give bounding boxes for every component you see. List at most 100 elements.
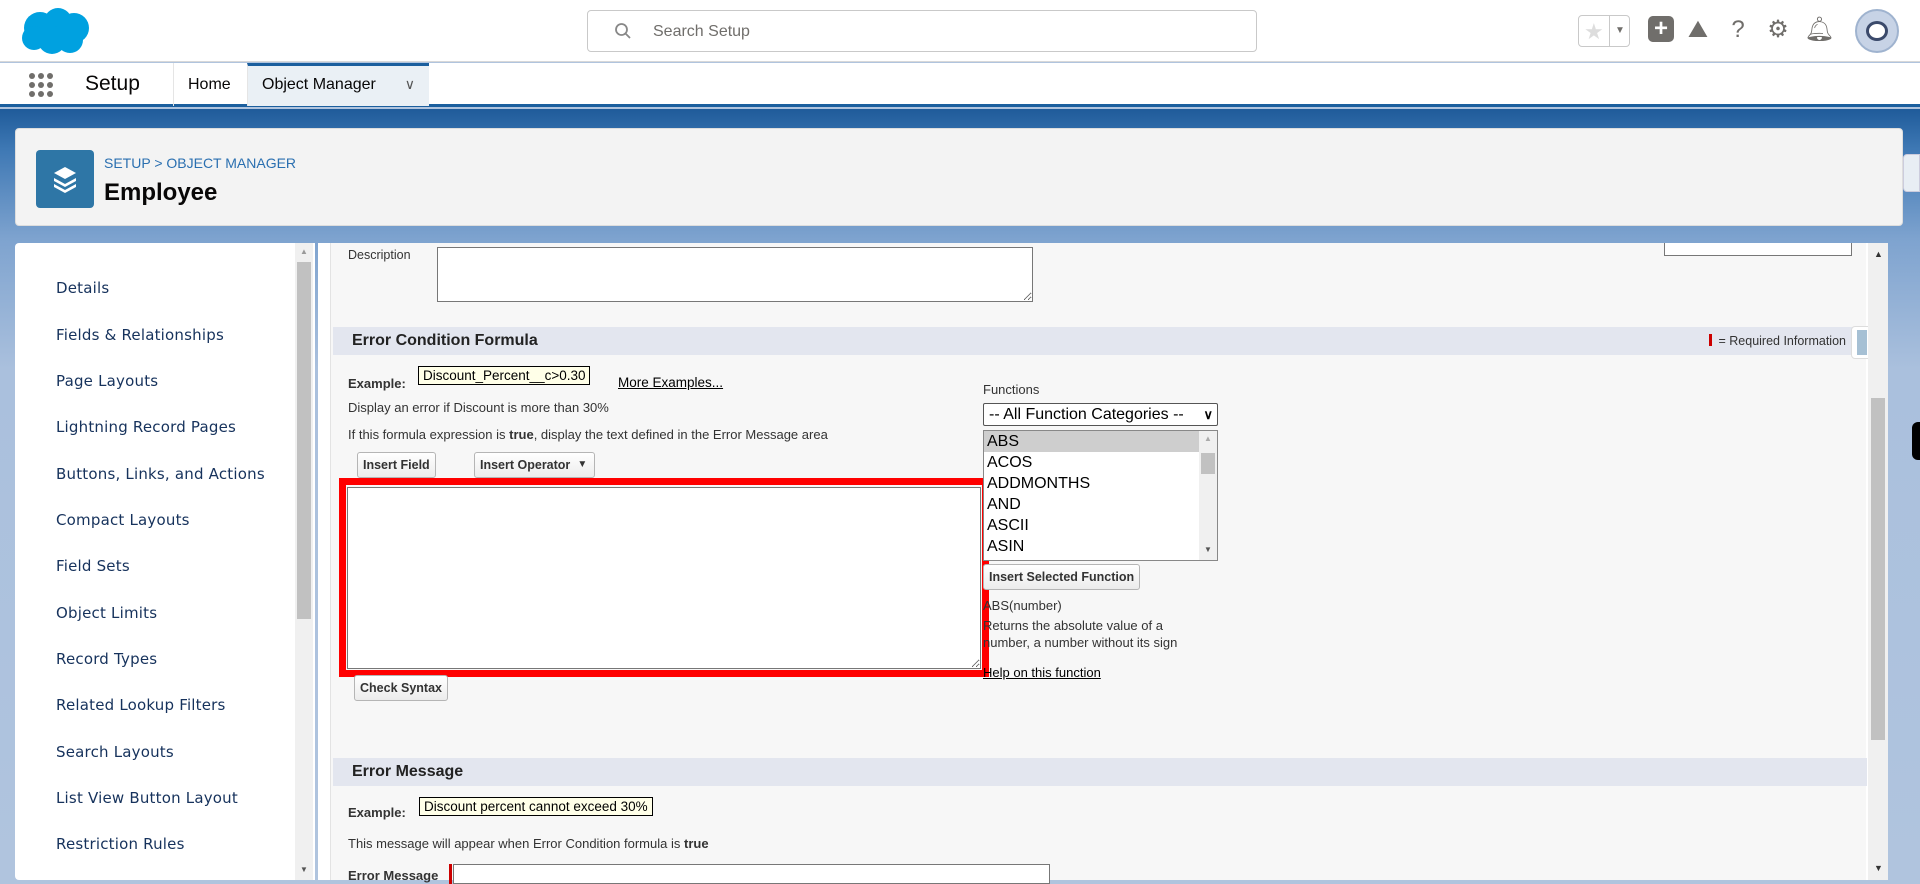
example-label: Example:: [348, 805, 406, 820]
avatar[interactable]: [1855, 9, 1899, 53]
help-on-function-link[interactable]: Help on this function: [983, 665, 1101, 680]
function-listbox[interactable]: ABS ACOS ADDMONTHS AND ASCII ASIN ▲ ▼: [983, 430, 1218, 561]
check-syntax-button[interactable]: Check Syntax: [354, 675, 448, 701]
hint-text: This message will appear when Error Cond…: [348, 836, 684, 851]
functions-label: Functions: [983, 382, 1040, 397]
sidebar-item-search-layouts[interactable]: Search Layouts: [56, 743, 174, 761]
required-marker: [449, 864, 452, 884]
function-option[interactable]: ACOS: [984, 452, 1217, 473]
app-launcher-icon[interactable]: [28, 72, 54, 98]
floating-widget-tab[interactable]: [1912, 422, 1920, 460]
function-category-select[interactable]: -- All Function Categories -- ∨: [983, 403, 1218, 426]
page-title: Employee: [104, 179, 218, 206]
add-icon[interactable]: +: [1648, 16, 1676, 44]
help-icon[interactable]: ?: [1724, 16, 1752, 44]
app-nav-bar: Setup Home Object Manager ∨: [0, 63, 1920, 107]
partial-field[interactable]: [1664, 243, 1852, 256]
sidebar-item-record-types[interactable]: Record Types: [56, 650, 157, 668]
scroll-down-icon[interactable]: ▼: [300, 865, 308, 874]
example-description: Display an error if Discount is more tha…: [348, 400, 609, 415]
sidebar-item-page-layouts[interactable]: Page Layouts: [56, 372, 158, 390]
favorites-button[interactable]: ★ ▼: [1578, 15, 1630, 47]
side-panel-toggle[interactable]: [1851, 326, 1869, 359]
tab-label: Home: [188, 76, 231, 93]
scroll-up-icon[interactable]: ▲: [1204, 434, 1212, 443]
required-marker: [1709, 334, 1713, 346]
hint-bold: true: [683, 836, 709, 851]
scrollbar-thumb[interactable]: [1871, 398, 1885, 740]
section-title: Error Condition Formula: [352, 332, 538, 349]
function-option[interactable]: ASIN: [984, 536, 1217, 557]
button-label: Insert Operator: [480, 458, 571, 472]
description-textarea[interactable]: [437, 247, 1033, 302]
sidebar-item-lightning-record-pages[interactable]: Lightning Record Pages: [56, 418, 236, 436]
scroll-down-icon[interactable]: ▼: [1874, 863, 1883, 873]
layers-icon: [54, 167, 76, 193]
scroll-up-icon[interactable]: ▲: [1874, 249, 1883, 259]
function-option[interactable]: ADDMONTHS: [984, 473, 1217, 494]
trailhead-icon[interactable]: ⛰: [1684, 16, 1712, 44]
scrollbar-thumb[interactable]: [1201, 453, 1215, 474]
bell-icon[interactable]: 🔔︎: [1804, 16, 1834, 44]
sidebar-item-related-lookup-filters[interactable]: Related Lookup Filters: [56, 696, 226, 714]
sidebar-item-object-limits[interactable]: Object Limits: [56, 604, 157, 622]
main-scrollbar[interactable]: ▲ ▼: [1868, 243, 1888, 880]
required-info-text: = Required Information: [1718, 334, 1846, 348]
tab-label: Object Manager: [262, 76, 376, 93]
chevron-down-icon: ∨: [1203, 407, 1213, 422]
tab-home[interactable]: Home: [173, 63, 245, 106]
chevron-down-icon[interactable]: ▼: [1609, 16, 1630, 46]
hint-text: If this formula expression is: [348, 427, 510, 442]
sidebar-item-buttons-links-actions[interactable]: Buttons, Links, and Actions: [56, 465, 265, 483]
sidebar-item-fields-relationships[interactable]: Fields & Relationships: [56, 326, 224, 344]
insert-operator-button[interactable]: Insert Operator ▼: [474, 452, 596, 478]
section-header-error-message: Error Message: [333, 758, 1867, 786]
main-panel: Description Error Condition Formula = Re…: [318, 243, 1888, 884]
message-hint: This message will appear when Error Cond…: [348, 836, 709, 851]
chevron-down-icon[interactable]: ∨: [405, 66, 415, 103]
insert-field-button[interactable]: Insert Field: [357, 452, 436, 478]
object-icon: [36, 150, 94, 208]
insert-selected-function-button[interactable]: Insert Selected Function: [983, 564, 1141, 590]
function-option-selected[interactable]: ABS: [984, 431, 1199, 452]
scroll-up-icon[interactable]: ▲: [300, 247, 308, 256]
function-signature: ABS(number): [983, 598, 1062, 613]
sidebar-item-details[interactable]: Details: [56, 279, 109, 297]
dropdown-arrow-icon: ▼: [577, 459, 588, 470]
example-message: Discount percent cannot exceed 30%: [419, 797, 653, 816]
sidebar-item-restriction-rules[interactable]: Restriction Rules: [56, 835, 185, 853]
scroll-down-icon[interactable]: ▼: [1204, 545, 1212, 554]
description-label: Description: [348, 248, 411, 262]
function-description: Returns the absolute value of a number, …: [983, 618, 1178, 650]
sidebar: Details Fields & Relationships Page Layo…: [15, 243, 315, 880]
formula-textarea[interactable]: [347, 487, 981, 669]
search-icon: [615, 23, 631, 39]
validation-rule-form: Description Error Condition Formula = Re…: [330, 243, 1869, 884]
gear-icon[interactable]: ⚙: [1764, 16, 1792, 44]
sidebar-item-compact-layouts[interactable]: Compact Layouts: [56, 511, 190, 529]
breadcrumb[interactable]: SETUP > OBJECT MANAGER: [104, 155, 296, 171]
more-examples-link[interactable]: More Examples...: [618, 375, 723, 390]
required-info-legend: = Required Information: [1709, 327, 1846, 355]
function-option[interactable]: ASCII: [984, 515, 1217, 536]
collapse-handle[interactable]: [1903, 154, 1920, 192]
sidebar-item-field-sets[interactable]: Field Sets: [56, 557, 130, 575]
listbox-scrollbar[interactable]: ▲ ▼: [1199, 431, 1217, 560]
chevron-left-icon: [1857, 330, 1867, 355]
search-input[interactable]: Search Setup: [587, 10, 1257, 52]
example-formula: Discount_Percent__c>0.30: [418, 366, 591, 385]
section-header-error-condition-formula: Error Condition Formula = Required Infor…: [333, 327, 1867, 355]
star-icon: ★: [1584, 19, 1604, 44]
salesforce-logo[interactable]: [18, 6, 94, 56]
sidebar-scrollbar[interactable]: ▲ ▼: [295, 243, 313, 880]
scrollbar-thumb[interactable]: [297, 262, 311, 619]
error-message-label: Error Message: [348, 868, 439, 883]
hint-text: , display the text defined in the Error …: [533, 427, 828, 442]
tab-object-manager[interactable]: Object Manager ∨: [247, 63, 429, 106]
hint-bold: true: [509, 427, 534, 442]
formula-hint: If this formula expression is true, disp…: [348, 427, 828, 442]
search-placeholder: Search Setup: [653, 23, 750, 40]
function-option[interactable]: AND: [984, 494, 1217, 515]
error-message-input[interactable]: [453, 864, 1050, 884]
sidebar-item-list-view-button-layout[interactable]: List View Button Layout: [56, 789, 238, 807]
